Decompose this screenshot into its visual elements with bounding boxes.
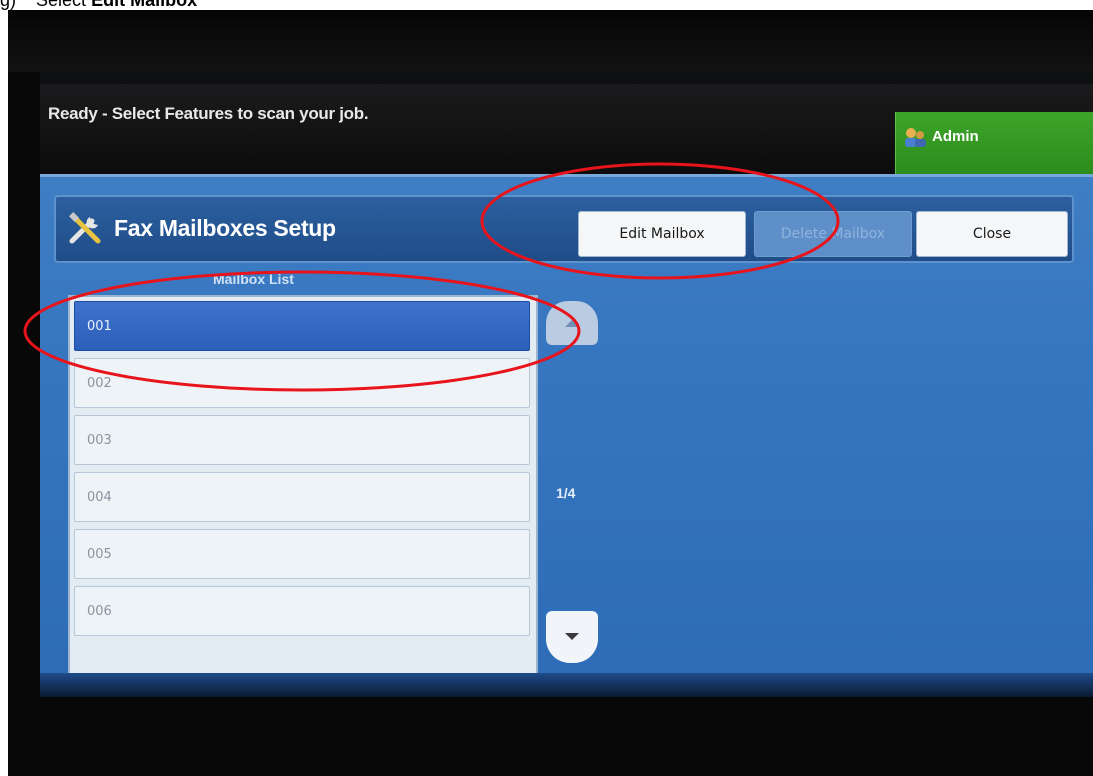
edit-mailbox-button[interactable]: Edit Mailbox [578,211,746,257]
scroll-down-button[interactable] [546,611,598,663]
dialog-title: Fax Mailboxes Setup [114,215,336,241]
fax-mailboxes-panel: Fax Mailboxes Setup Edit Mailbox Delete … [40,174,1093,697]
arrow-down-icon [565,633,579,640]
page-indicator: 1/4 [556,485,576,501]
bezel [8,10,1093,72]
admin-user-icon [905,128,926,147]
list-item-004[interactable]: 004 [74,472,530,522]
list-item-005[interactable]: 005 [74,529,530,579]
caption-bold: Edit Mailbox [91,0,198,10]
document-caption: g) Select Edit Mailbox [0,0,197,10]
caption-text: Select [36,0,87,10]
caption-step: g) [0,0,17,10]
list-item-006[interactable]: 006 [74,586,530,636]
status-message: Ready - Select Features to scan your job… [48,104,369,123]
list-item-003[interactable]: 003 [74,415,530,465]
mailbox-list-header: Mailbox List [213,271,294,287]
panel-bottom-band [40,673,1093,697]
close-button[interactable]: Close [916,211,1068,257]
list-item-002[interactable]: 002 [74,358,530,408]
admin-label: Admin [932,128,979,145]
device-photo: Ready - Select Features to scan your job… [8,10,1093,776]
title-bar: Fax Mailboxes Setup Edit Mailbox Delete … [54,195,1074,263]
delete-mailbox-button[interactable]: Delete Mailbox [754,211,912,257]
admin-button[interactable]: Admin [895,112,1093,175]
mailbox-list: 001 002 003 004 005 006 [68,295,538,675]
touch-screen: Ready - Select Features to scan your job… [40,72,1093,697]
status-bar: Ready - Select Features to scan your job… [40,84,1093,175]
scroll-up-button[interactable] [546,301,598,345]
list-item-001[interactable]: 001 [74,301,530,351]
tools-icon [69,212,101,244]
arrow-up-icon [565,320,579,327]
